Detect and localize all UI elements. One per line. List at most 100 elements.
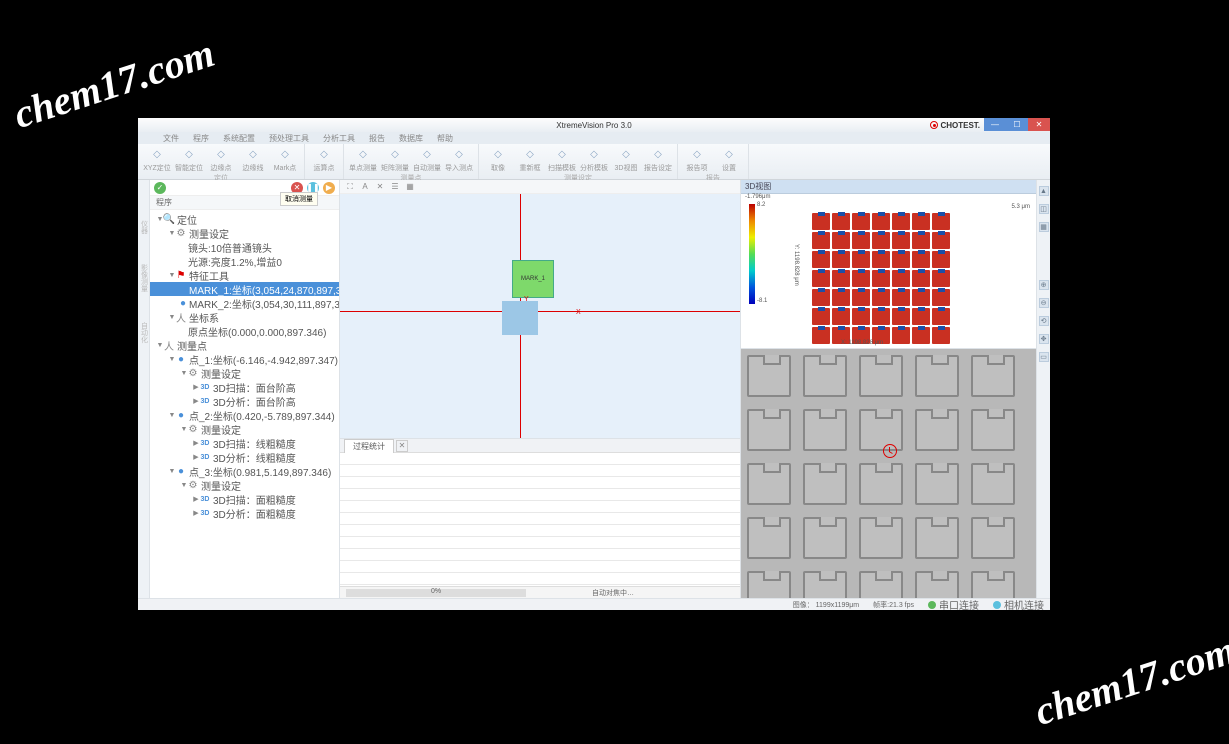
maximize-button[interactable]: ☐	[1006, 118, 1028, 131]
ribbon-button[interactable]: ◇运算点	[311, 146, 337, 173]
tree-label: 点_1:坐标(-6.146,-4.942,897.347)	[189, 352, 338, 367]
tree-row[interactable]: ▼●点_1:坐标(-6.146,-4.942,897.347)	[150, 352, 339, 366]
ribbon-button[interactable]: ◇重新框	[517, 146, 543, 173]
mark-2[interactable]	[502, 301, 538, 335]
ribbon-icon: ◇	[490, 146, 506, 162]
step-button[interactable]: ▶	[323, 182, 335, 194]
3d-icon: 3D	[200, 382, 210, 392]
ribbon-button[interactable]: ◇报告项	[684, 146, 710, 173]
tree-row[interactable]: 光源:亮度1.2%,增益0	[150, 254, 339, 268]
close-button[interactable]: ✕	[1028, 118, 1050, 131]
menu-item[interactable]: 系统配置	[223, 133, 255, 144]
ribbon-button[interactable]: ◇边缘点	[208, 146, 234, 173]
stats-close-button[interactable]: ✕	[396, 440, 408, 452]
ribbon-button[interactable]: ◇导入测点	[446, 146, 472, 173]
ribbon-button[interactable]: ◇Mark点	[272, 146, 298, 173]
ribbon-button[interactable]: ◇取像	[485, 146, 511, 173]
ribbon: ◇XYZ定位◇智能定位◇边缘点◇边缘线◇Mark点定位◇运算点◇单点测量◇矩阵测…	[138, 144, 1050, 180]
stats-tab[interactable]: 过程统计	[344, 439, 394, 453]
tree-row[interactable]: ▶3D3D扫描：面粗糙度	[150, 492, 339, 506]
menu-item[interactable]: 文件	[163, 133, 179, 144]
menu-item[interactable]: 帮助	[437, 133, 453, 144]
tree-row[interactable]: ▼●点_2:坐标(0.420,-5.789,897.344)	[150, 408, 339, 422]
tree-arrow-icon: ▼	[180, 482, 188, 489]
camera-cell	[747, 517, 791, 559]
tree-arrow-icon: ▶	[192, 495, 200, 503]
tool-button[interactable]: ◫	[1039, 204, 1049, 214]
ribbon-button[interactable]: ◇边缘线	[240, 146, 266, 173]
tree-row[interactable]: ▼🔍定位	[150, 212, 339, 226]
colorbar-hi: 8.2	[757, 202, 765, 208]
tree-row[interactable]: ●MARK_1:坐标(3,054,24,870,897,332)	[150, 282, 339, 296]
tree-row[interactable]: ▼⚙测量设定	[150, 422, 339, 436]
ribbon-button[interactable]: ◇3D视图	[613, 146, 639, 173]
ribbon-button[interactable]: ◇XYZ定位	[144, 146, 170, 173]
tool-button[interactable]: ▦	[1039, 222, 1049, 232]
status-fps: 帧率:21.3 fps	[873, 600, 914, 610]
tree-row[interactable]: ▶3D3D分析：线粗糙度	[150, 450, 339, 464]
canvas-viewport[interactable]: MARK_1 Y X	[340, 194, 740, 438]
delete-icon[interactable]: ✕	[374, 181, 386, 193]
menu-item[interactable]: 预处理工具	[269, 133, 309, 144]
ribbon-button[interactable]: ◇智能定位	[176, 146, 202, 173]
tree-row[interactable]: ▶3D3D扫描：线粗糙度	[150, 436, 339, 450]
tree-label: 3D分析：线粗糙度	[213, 450, 296, 465]
list-icon[interactable]: ☰	[389, 181, 401, 193]
tree-row[interactable]: ▼⚙测量设定	[150, 478, 339, 492]
ribbon-button[interactable]: ◇分析模板	[581, 146, 607, 173]
run-button[interactable]: ✓	[154, 182, 166, 194]
tree-row[interactable]: ▼●点_3:坐标(0.981,5.149,897.346)	[150, 464, 339, 478]
tree-label: 测量点	[177, 338, 207, 353]
ribbon-button[interactable]: ◇单点测量	[350, 146, 376, 173]
tool-button[interactable]: ⊕	[1039, 280, 1049, 290]
tree-row[interactable]: 镜头:10倍普通镜头	[150, 240, 339, 254]
tool-button[interactable]: ✥	[1039, 334, 1049, 344]
tree-row[interactable]: ▼人测量点	[150, 338, 339, 352]
tree-row[interactable]: ▶3D3D扫描：面台阶高	[150, 380, 339, 394]
table-row	[340, 501, 740, 513]
ribbon-button[interactable]: ◇自动测量	[414, 146, 440, 173]
ribbon-button[interactable]: ◇报告设定	[645, 146, 671, 173]
menu-item[interactable]: 报告	[369, 133, 385, 144]
tree-row[interactable]: ▼⚑特征工具	[150, 268, 339, 282]
camera-cell	[971, 463, 1015, 505]
tool-button[interactable]: ▭	[1039, 352, 1049, 362]
brand-logo-icon	[930, 121, 938, 129]
brand-text: CHOTEST.	[940, 121, 980, 130]
tree-row[interactable]: ●MARK_2:坐标(3,054,30,111,897,339)	[150, 296, 339, 310]
menubar: 文件 程序 系统配置 预处理工具 分析工具 报告 数据库 帮助	[138, 132, 1050, 144]
tree-row[interactable]: 原点坐标(0.000,0.000,897.346)	[150, 324, 339, 338]
minimize-button[interactable]: —	[984, 118, 1006, 131]
gutter-label: 影像测量	[139, 264, 149, 292]
grid-icon[interactable]: ▦	[404, 181, 416, 193]
crosshair-horizontal	[340, 311, 740, 312]
text-icon[interactable]: A	[359, 181, 371, 193]
tree-row[interactable]: ▶3D3D分析：面台阶高	[150, 394, 339, 408]
ribbon-button[interactable]: ◇扫描模板	[549, 146, 575, 173]
tree-label: 原点坐标(0.000,0.000,897.346)	[188, 324, 326, 339]
tree-panel: ✓ ✕ ❚❚ ▶ 程序 ▼🔍定位▼⚙测量设定镜头:10倍普通镜头光源:亮度1.2…	[150, 180, 340, 598]
tree-row[interactable]: ▼⚙测量设定	[150, 366, 339, 380]
menu-item[interactable]: 分析工具	[323, 133, 355, 144]
tool-button[interactable]: ⟲	[1039, 316, 1049, 326]
ribbon-icon: ◇	[721, 146, 737, 162]
ribbon-label: 取像	[491, 163, 505, 173]
mark-1[interactable]: MARK_1	[512, 260, 554, 298]
camera-cell	[747, 409, 791, 451]
menu-item[interactable]: 程序	[193, 133, 209, 144]
ribbon-icon: ◇	[586, 146, 602, 162]
menu-item[interactable]: 数据库	[399, 133, 423, 144]
table-row	[340, 537, 740, 549]
ribbon-icon: ◇	[181, 146, 197, 162]
expand-icon[interactable]: ⛶	[344, 181, 356, 193]
camera-ok-icon	[993, 601, 1001, 609]
3d-view[interactable]: -1.796μm 8.2 -8.1 5.3 μm Y: 1198.828 μm …	[741, 194, 1036, 349]
tree-row[interactable]: ▼人坐标系	[150, 310, 339, 324]
tree-row[interactable]: ▶3D3D分析：面粗糙度	[150, 506, 339, 520]
tree-row[interactable]: ▼⚙测量设定	[150, 226, 339, 240]
ribbon-button[interactable]: ◇矩阵测量	[382, 146, 408, 173]
camera-view[interactable]	[741, 349, 1036, 598]
tool-button[interactable]: ⊖	[1039, 298, 1049, 308]
ribbon-button[interactable]: ◇设置	[716, 146, 742, 173]
tool-button[interactable]: ▲	[1039, 186, 1049, 196]
